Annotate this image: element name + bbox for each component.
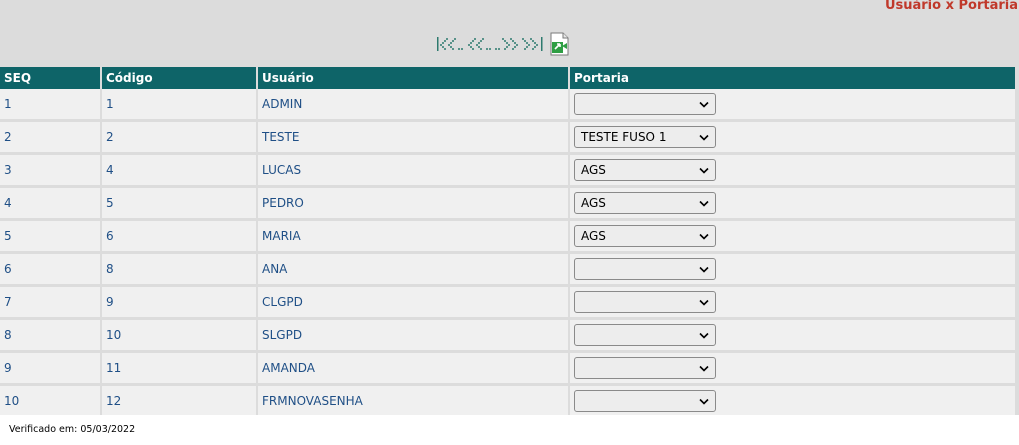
table-row: 4 5 PEDRO AGS (0, 188, 1015, 221)
cell-portaria (570, 287, 1015, 320)
pagination-toolbar (436, 32, 570, 56)
cell-codigo: 4 (102, 155, 256, 188)
cell-portaria (570, 353, 1015, 386)
cell-codigo: 11 (102, 353, 256, 386)
cell-seq: 5 (0, 221, 100, 254)
chevron-down-icon (699, 167, 709, 174)
chevron-down-icon (699, 365, 709, 372)
cell-seq: 4 (0, 188, 100, 221)
cell-usuario: TESTE (258, 122, 568, 155)
column-header-usuario[interactable]: Usuário (258, 67, 568, 89)
portaria-select-value: AGS (581, 229, 606, 243)
export-excel-icon[interactable] (548, 32, 570, 56)
cell-seq: 2 (0, 122, 100, 155)
cell-usuario: SLGPD (258, 320, 568, 353)
user-portaria-table: SEQ Código Usuário Portaria 1 1 ADMIN 2 2 TES… (0, 67, 1017, 419)
page-title: Usuário x Portaria (884, 0, 1018, 13)
cell-usuario: PEDRO (258, 188, 568, 221)
column-header-seq[interactable]: SEQ (0, 67, 100, 89)
cell-usuario: AMANDA (258, 353, 568, 386)
table-row: 5 6 MARIA AGS (0, 221, 1015, 254)
cell-codigo: 9 (102, 287, 256, 320)
chevron-down-icon (699, 332, 709, 339)
footer-band (0, 415, 1019, 445)
chevron-down-icon (699, 266, 709, 273)
portaria-select-value: TESTE FUSO 1 (581, 130, 667, 144)
cell-seq: 8 (0, 320, 100, 353)
previous-page-icon[interactable] (466, 36, 494, 52)
cell-portaria: AGS (570, 155, 1015, 188)
portaria-select[interactable] (574, 324, 716, 346)
chevron-down-icon (699, 398, 709, 405)
verified-date: Verificado em: 05/03/2022 (9, 424, 136, 435)
portaria-select[interactable] (574, 291, 716, 313)
portaria-select[interactable] (574, 357, 716, 379)
cell-codigo: 1 (102, 89, 256, 122)
cell-usuario: ANA (258, 254, 568, 287)
table-row: 1 1 ADMIN (0, 89, 1015, 122)
cell-usuario: CLGPD (258, 287, 568, 320)
portaria-select[interactable] (574, 93, 716, 115)
table-row: 9 11 AMANDA (0, 353, 1015, 386)
table-header-row: SEQ Código Usuário Portaria (0, 67, 1015, 89)
chevron-down-icon (699, 134, 709, 141)
chevron-down-icon (699, 233, 709, 240)
next-page-icon[interactable] (494, 36, 520, 52)
cell-codigo: 10 (102, 320, 256, 353)
table-row: 2 2 TESTE TESTE FUSO 1 (0, 122, 1015, 155)
last-page-icon[interactable] (520, 36, 544, 52)
cell-codigo: 6 (102, 221, 256, 254)
cell-portaria (570, 320, 1015, 353)
portaria-select-value: AGS (581, 163, 606, 177)
chevron-down-icon (699, 200, 709, 207)
portaria-select[interactable]: AGS (574, 225, 716, 247)
cell-codigo: 8 (102, 254, 256, 287)
cell-seq: 3 (0, 155, 100, 188)
cell-usuario: ADMIN (258, 89, 568, 122)
chevron-down-icon (699, 299, 709, 306)
cell-portaria: AGS (570, 221, 1015, 254)
table-row: 3 4 LUCAS AGS (0, 155, 1015, 188)
cell-codigo: 2 (102, 122, 256, 155)
portaria-select[interactable]: AGS (574, 159, 716, 181)
cell-portaria (570, 254, 1015, 287)
first-page-icon[interactable] (436, 36, 466, 52)
chevron-down-icon (699, 101, 709, 108)
cell-seq: 6 (0, 254, 100, 287)
cell-codigo: 5 (102, 188, 256, 221)
table-row: 6 8 ANA (0, 254, 1015, 287)
cell-seq: 9 (0, 353, 100, 386)
portaria-select[interactable] (574, 258, 716, 280)
cell-usuario: MARIA (258, 221, 568, 254)
cell-usuario: LUCAS (258, 155, 568, 188)
cell-portaria: AGS (570, 188, 1015, 221)
cell-seq: 1 (0, 89, 100, 122)
portaria-select[interactable] (574, 390, 716, 412)
portaria-select[interactable]: AGS (574, 192, 716, 214)
table-row: 7 9 CLGPD (0, 287, 1015, 320)
column-header-codigo[interactable]: Código (102, 67, 256, 89)
cell-portaria (570, 89, 1015, 122)
column-header-portaria[interactable]: Portaria (570, 67, 1015, 89)
table-row: 8 10 SLGPD (0, 320, 1015, 353)
cell-portaria: TESTE FUSO 1 (570, 122, 1015, 155)
cell-seq: 7 (0, 287, 100, 320)
portaria-select-value: AGS (581, 196, 606, 210)
portaria-select[interactable]: TESTE FUSO 1 (574, 126, 716, 148)
